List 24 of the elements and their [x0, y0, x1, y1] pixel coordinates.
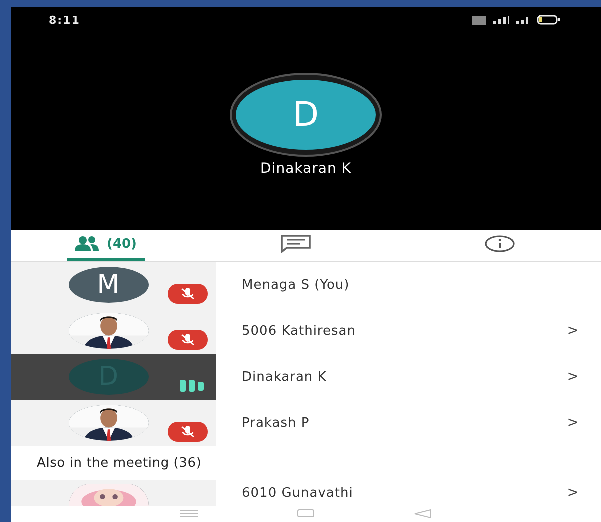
- participant-name[interactable]: 6010 Gunavathi: [242, 486, 568, 500]
- chevron-icon[interactable]: >: [567, 485, 579, 501]
- avatar: M: [68, 267, 148, 303]
- participant-name[interactable]: 5006 Kathiresan: [242, 324, 568, 338]
- back-icon[interactable]: [414, 508, 432, 518]
- speaker-name: Dinakaran K: [260, 161, 352, 177]
- chat-icon: [280, 235, 312, 253]
- participant-name[interactable]: Prakash P: [242, 416, 568, 430]
- people-icon: [75, 236, 101, 252]
- battery-icon: [537, 15, 561, 25]
- section-header: Also in the meeting (36): [36, 454, 203, 472]
- home-icon[interactable]: [296, 509, 315, 518]
- status-time: 8:11: [49, 14, 80, 26]
- participant-name[interactable]: Menaga S (You): [242, 278, 601, 292]
- chevron-icon[interactable]: >: [567, 415, 579, 431]
- chevron-icon[interactable]: >: [567, 323, 579, 339]
- signal-icon: [516, 16, 530, 24]
- participant-name[interactable]: Dinakaran K: [242, 370, 568, 384]
- signal-icon: [493, 16, 509, 24]
- menu-icon[interactable]: [180, 510, 198, 518]
- info-icon: [484, 235, 516, 253]
- chevron-icon[interactable]: >: [567, 369, 579, 385]
- speaker-avatar: D: [230, 73, 382, 157]
- audio-level-icon: [180, 379, 206, 393]
